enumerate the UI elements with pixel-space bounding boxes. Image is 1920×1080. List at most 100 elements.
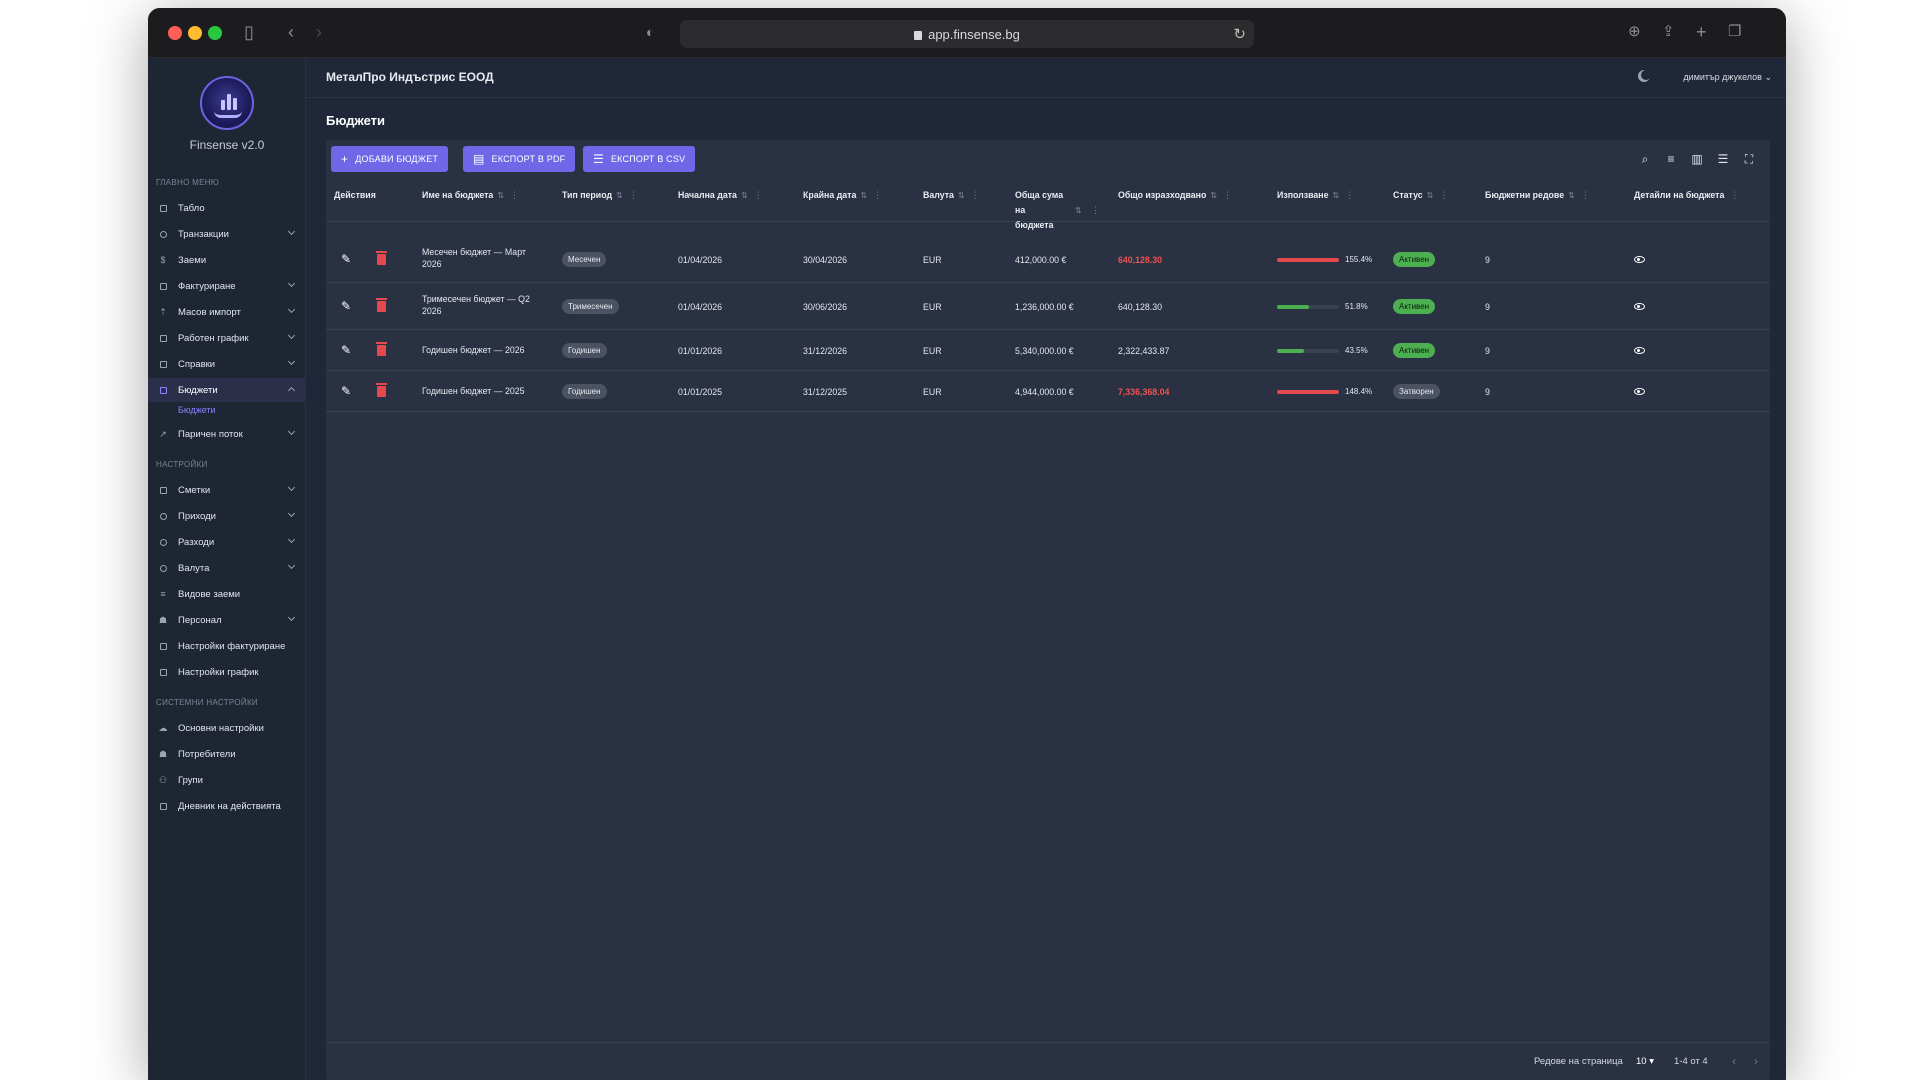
edit-icon[interactable]: ✎ (341, 300, 353, 312)
sidebar-item-reports[interactable]: Справки (148, 352, 306, 376)
user-name: димитър джукелов (1683, 72, 1762, 82)
column-header-details[interactable]: Детайли на бюджета ⋮ (1634, 188, 1739, 203)
delete-icon[interactable] (376, 298, 387, 312)
previous-page-icon[interactable]: ‹ (1732, 1054, 1736, 1068)
sidebar-item-expenses[interactable]: Разходи (148, 530, 306, 554)
share-icon[interactable]: ⇪ (1662, 22, 1675, 42)
dark-mode-icon[interactable] (1641, 70, 1651, 80)
column-menu-icon: ⋮ (873, 190, 882, 200)
sidebar-item-label: Работен график (178, 332, 249, 344)
sidebar-item-label: Разходи (178, 536, 215, 548)
edit-icon[interactable]: ✎ (341, 344, 353, 356)
usage-bar (1277, 390, 1339, 394)
forward-arrow-icon[interactable]: › (316, 22, 322, 42)
export-csv-button[interactable]: ☰ ЕКСПОРТ В CSV (583, 146, 696, 172)
column-menu-icon: ⋮ (1580, 190, 1590, 200)
currency-icon (158, 563, 168, 573)
tab-overview-icon[interactable]: ❐ (1728, 22, 1741, 42)
sidebar-item-label: Основни настройки (178, 722, 264, 734)
sidebar-item-income[interactable]: Приходи (148, 504, 306, 528)
sidebar-item-currency[interactable]: Валута (148, 556, 306, 580)
download-icon[interactable]: ⊕ (1628, 22, 1641, 42)
url-bar[interactable]: app.finsense.bg ↻ (680, 20, 1254, 48)
sidebar-subitem-budgets[interactable]: Бюджети (178, 405, 216, 415)
next-page-icon[interactable]: › (1754, 1054, 1758, 1068)
spent-amount: 640,128.30 (1118, 255, 1163, 265)
zoom-window-button[interactable] (208, 26, 222, 40)
edit-icon[interactable]: ✎ (341, 253, 353, 265)
sidebar-item-invoicing[interactable]: Фактуриране (148, 274, 306, 298)
sidebar-item-schedule-settings[interactable]: Настройки график (148, 660, 306, 684)
back-arrow-icon[interactable]: ‹ (288, 22, 294, 42)
sidebar-item-general-settings[interactable]: ☁ Основни настройки (148, 716, 306, 740)
column-header-total[interactable]: Обща сума на бюджета ⇅ ⋮ (1015, 188, 1105, 233)
export-pdf-button[interactable]: ▤ ЕКСПОРТ В PDF (463, 146, 576, 172)
search-icon[interactable]: ⌕ (1638, 152, 1652, 166)
column-header-budget-lines[interactable]: Бюджетни редове ⇅ ⋮ (1485, 188, 1590, 203)
sidebar-item-transactions[interactable]: Транзакции (148, 222, 306, 246)
sidebar-item-invoice-settings[interactable]: Настройки фактуриране (148, 634, 306, 658)
sidebar-item-dashboard[interactable]: Табло (148, 196, 306, 220)
view-details-icon[interactable] (1634, 303, 1645, 310)
column-header-period[interactable]: Тип период ⇅ ⋮ (562, 188, 638, 203)
sidebar-item-staff[interactable]: ☗ Персонал (148, 608, 306, 632)
view-details-icon[interactable] (1634, 388, 1645, 395)
view-details-icon[interactable] (1634, 256, 1645, 263)
density-icon[interactable]: ☰ (1716, 152, 1730, 166)
edit-icon[interactable]: ✎ (341, 385, 353, 397)
sidebar-item-label: Фактуриране (178, 280, 236, 292)
add-budget-button[interactable]: + ДОБАВИ БЮДЖЕТ (331, 146, 449, 172)
sidebar-item-loan-types[interactable]: ≡ Видове заеми (148, 582, 306, 606)
sidebar-item-work-schedule[interactable]: Работен график (148, 326, 306, 350)
user-menu[interactable]: димитър джукелов ⌄ (1683, 72, 1772, 83)
end-date: 31/12/2026 (803, 346, 848, 356)
column-header-start-date[interactable]: Начална дата ⇅ ⋮ (678, 188, 762, 203)
brand-block: Finsense v2.0 (148, 76, 306, 152)
view-details-icon[interactable] (1634, 347, 1645, 354)
company-name: МеталПро Индъстрис ЕООД (326, 70, 494, 84)
delete-icon[interactable] (376, 342, 387, 356)
column-header-currency[interactable]: Валута ⇅ ⋮ (923, 188, 979, 203)
sidebar-item-label: Настройки график (178, 666, 259, 678)
sidebar-item-cash-flow[interactable]: ↗ Паричен поток (148, 422, 306, 446)
delete-icon[interactable] (376, 251, 387, 265)
columns-icon[interactable]: ▥ (1690, 152, 1704, 166)
sort-icon: ⇅ (497, 191, 505, 200)
column-header-status[interactable]: Статус ⇅ ⋮ (1393, 188, 1448, 203)
fullscreen-icon[interactable]: ⛶ (1742, 152, 1756, 166)
export-pdf-label: ЕКСПОРТ В PDF (491, 154, 566, 164)
sidebar-item-bulk-import[interactable]: ⇡ Масов импорт (148, 300, 306, 324)
column-header-end-date[interactable]: Крайна дата ⇅ ⋮ (803, 188, 882, 203)
list-icon: ≡ (160, 589, 166, 599)
column-header-name[interactable]: Име на бюджета ⇅ ⋮ (422, 188, 519, 203)
shield-icon[interactable]: ◐ (646, 22, 654, 42)
rows-per-page-select[interactable]: 10 ▾ (1636, 1056, 1654, 1067)
groups-icon: ⚇ (158, 774, 168, 785)
minimize-window-button[interactable] (188, 26, 202, 40)
finsense-logo[interactable] (200, 76, 254, 130)
new-tab-icon[interactable]: + (1696, 22, 1707, 42)
filter-icon[interactable]: ≡ (1664, 152, 1678, 166)
sidebar-item-users[interactable]: ☗ Потребители (148, 742, 306, 766)
usage-percent: 51.8% (1345, 302, 1368, 311)
sidebar-item-label: Табло (178, 202, 205, 214)
budget-name: Месечен бюджет — Март 2026 (422, 247, 526, 269)
sidebar-item-loans[interactable]: $ Заеми (148, 248, 306, 272)
rows-per-page-label: Редове на страница (1534, 1056, 1623, 1067)
sidebar-item-groups[interactable]: ⚇ Групи (148, 768, 306, 792)
total-amount: 1,236,000.00 € (1015, 302, 1074, 312)
usage-percent: 43.5% (1345, 346, 1368, 355)
currency: EUR (923, 302, 942, 312)
sidebar-item-budgets[interactable]: Бюджети (148, 378, 306, 402)
sidebar-item-activity-log[interactable]: Дневник на действията (148, 794, 306, 818)
column-header-spent[interactable]: Общо изразходвано ⇅ ⋮ (1118, 188, 1232, 203)
sidebar-item-accounts[interactable]: Сметки (148, 478, 306, 502)
column-menu-icon: ⋮ (1345, 190, 1355, 200)
column-menu-icon: ⋮ (628, 190, 638, 200)
close-window-button[interactable] (168, 26, 182, 40)
reload-icon[interactable]: ↻ (1233, 25, 1246, 43)
sidebar-toggle-icon[interactable]: ▯ (244, 22, 254, 42)
column-header-usage[interactable]: Използване ⇅ ⋮ (1277, 188, 1354, 203)
delete-icon[interactable] (376, 383, 387, 397)
table-row: ✎ Тримесечен бюджет — Q2 2026 Тримесечен … (326, 283, 1770, 330)
